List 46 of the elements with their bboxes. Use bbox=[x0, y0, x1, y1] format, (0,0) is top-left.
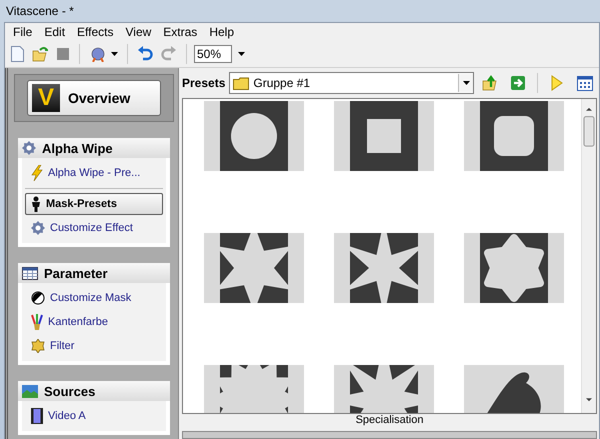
person-icon bbox=[31, 196, 41, 212]
preset-thumbnail[interactable] bbox=[204, 233, 304, 303]
film-icon bbox=[31, 408, 43, 424]
panel-title: Parameter bbox=[44, 266, 108, 280]
caret-icon bbox=[238, 52, 245, 56]
menu-item[interactable]: Extras bbox=[157, 25, 204, 39]
window-title: Vitascene - * bbox=[6, 4, 74, 18]
globe-icon bbox=[89, 46, 107, 62]
preset-thumbnail[interactable] bbox=[464, 101, 564, 171]
lightning-icon bbox=[31, 165, 43, 181]
half-circle-icon bbox=[31, 291, 45, 305]
menu-item[interactable]: Edit bbox=[38, 25, 72, 39]
table-icon bbox=[22, 266, 38, 280]
folder-icon bbox=[233, 76, 250, 90]
new-file-button[interactable] bbox=[9, 44, 26, 64]
sidebar-item[interactable]: Customize Effect bbox=[25, 217, 163, 239]
preset-thumbnail[interactable] bbox=[204, 101, 304, 171]
play-icon bbox=[551, 75, 563, 91]
menu-item[interactable]: View bbox=[120, 25, 158, 39]
menu-item[interactable]: File bbox=[7, 25, 38, 39]
brushes-icon bbox=[31, 314, 43, 330]
gear-icon bbox=[22, 141, 36, 155]
preset-thumbnail[interactable] bbox=[464, 233, 564, 303]
open-button[interactable] bbox=[30, 44, 50, 64]
panel-title: Sources bbox=[44, 384, 96, 398]
panel-title: Alpha Wipe bbox=[42, 140, 113, 156]
sidebar-item[interactable]: Mask-Presets bbox=[25, 193, 163, 215]
caret-icon bbox=[462, 81, 470, 85]
gear-icon bbox=[31, 221, 45, 235]
sidebar-item[interactable]: Customize Mask bbox=[25, 287, 163, 309]
menu-item[interactable]: Effects bbox=[71, 25, 120, 39]
preset-thumbnail[interactable] bbox=[334, 233, 434, 303]
sidebar-item[interactable]: Kantenfarbe bbox=[25, 311, 163, 333]
caret-icon bbox=[111, 52, 118, 56]
presets-label: Presets bbox=[182, 76, 226, 90]
group-dropdown[interactable]: Gruppe #1 bbox=[229, 72, 474, 94]
sidebar-item[interactable]: Filter bbox=[25, 335, 163, 357]
scrollbar[interactable] bbox=[581, 99, 596, 413]
overview-button[interactable]: V Overview bbox=[27, 80, 161, 116]
sidebar-item[interactable]: Alpha Wipe - Pre... bbox=[25, 162, 163, 184]
section-label: Specialisation bbox=[354, 414, 424, 428]
landscape-icon bbox=[22, 384, 38, 398]
preset-thumbnail[interactable] bbox=[334, 101, 434, 171]
logo: V bbox=[32, 84, 60, 112]
zoom-field[interactable]: 50% bbox=[194, 45, 232, 63]
menu-item[interactable]: Help bbox=[203, 25, 240, 39]
